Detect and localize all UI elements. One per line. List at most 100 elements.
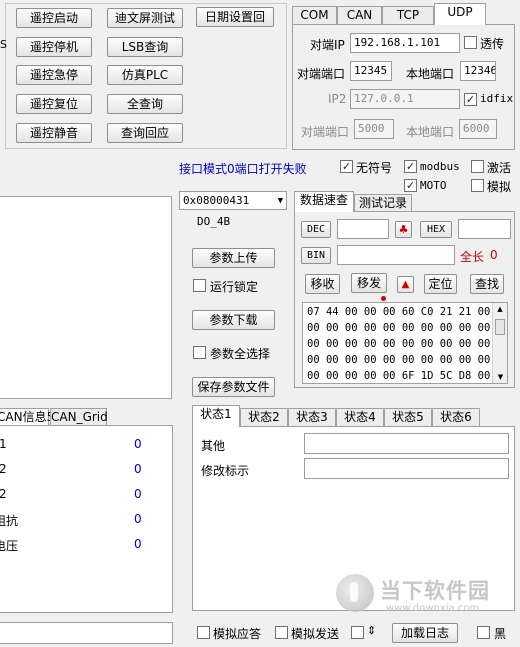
hex-button[interactable]: HEX xyxy=(420,221,452,238)
load-log-button[interactable]: 加载日志 xyxy=(392,623,458,643)
tail-checkbox[interactable] xyxy=(477,626,490,639)
updown-icon: ⇕ xyxy=(367,624,377,637)
sim-response-label: 模拟应答 xyxy=(213,627,262,641)
sim-send-checkbox[interactable] xyxy=(275,626,288,639)
remote-mute-button[interactable]: 遥控静音 xyxy=(16,123,92,143)
can-row-label: 2 xyxy=(0,487,7,501)
query-echo-button[interactable]: 查询回应 xyxy=(107,123,183,143)
hex-line: 00 00 00 00 00 00 00 00 00 00 xyxy=(307,322,491,334)
tab-data-quickcheck[interactable]: 数据速查 xyxy=(294,191,354,212)
lsb-query-button[interactable]: LSB查询 xyxy=(107,37,183,57)
send-indicator-dot xyxy=(381,296,386,301)
idfix-checkbox[interactable]: ✓ xyxy=(464,93,477,106)
run-lock-label: 运行锁定 xyxy=(210,280,259,294)
remote-port2-input[interactable]: 5000 xyxy=(354,119,394,139)
run-lock-checkbox[interactable] xyxy=(193,279,206,292)
modbus-checkbox[interactable]: ✓ xyxy=(404,160,417,173)
state-modify-flag-label: 修改标示 xyxy=(201,464,250,478)
status-message: 接口模式0端口打开失败 xyxy=(179,162,307,176)
up-arrow-icon[interactable]: ▲ xyxy=(397,276,414,293)
unsigned-checkbox[interactable]: ✓ xyxy=(340,160,353,173)
can-row-value: 0 xyxy=(134,512,142,526)
can-row-label: 2 xyxy=(0,462,7,476)
remote-port-input[interactable]: 12345 xyxy=(350,61,392,81)
full-query-button[interactable]: 全查询 xyxy=(107,94,183,114)
transparent-checkbox[interactable] xyxy=(464,36,477,49)
idfix-label: idfix xyxy=(480,92,514,105)
state-other-input[interactable] xyxy=(304,433,509,454)
state-modify-flag-input[interactable] xyxy=(304,458,509,479)
scroll-thumb[interactable] xyxy=(495,319,505,335)
tab-can-grid[interactable]: CAN_Grid xyxy=(50,408,108,426)
move-send-button[interactable]: 移发 xyxy=(351,273,387,293)
can-panel xyxy=(0,425,173,613)
hex-dump-area[interactable]: 07 44 00 00 00 60 C0 21 21 00 00 00 00 0… xyxy=(302,302,508,384)
tail-glyph: 黑 xyxy=(494,627,507,641)
tab-state-6[interactable]: 状态6 xyxy=(432,408,480,426)
remote-port-label: 对端端口 xyxy=(297,67,346,81)
remote-start-button[interactable]: 遥控启动 xyxy=(16,8,92,28)
remote-reset-button[interactable]: 遥控复位 xyxy=(16,94,92,114)
unsigned-label: 无符号 xyxy=(356,161,393,175)
modbus-label: modbus xyxy=(420,160,460,173)
moto-checkbox[interactable]: ✓ xyxy=(404,179,417,192)
chevron-down-icon[interactable]: ▼ xyxy=(278,192,283,209)
scroll-down-icon[interactable]: ▼ xyxy=(493,371,507,383)
tab-state-5[interactable]: 状态5 xyxy=(384,408,432,426)
tab-can[interactable]: CAN xyxy=(337,6,382,24)
local-port-label: 本地端口 xyxy=(406,67,455,81)
hex-scrollbar[interactable]: ▲ ▼ xyxy=(492,303,507,383)
remote-ip-input[interactable]: 192.168.1.101 xyxy=(350,33,460,53)
tab-state-1[interactable]: 状态1 xyxy=(192,405,240,427)
can-row-value: 0 xyxy=(134,537,142,551)
updown-checkbox[interactable] xyxy=(351,626,364,639)
clear-icon[interactable]: ♣ xyxy=(395,221,412,238)
tab-udp[interactable]: UDP xyxy=(434,3,486,25)
select-all-label: 参数全选择 xyxy=(210,347,271,361)
bottom-left-input[interactable] xyxy=(0,622,173,644)
remote-emergency-button[interactable]: 遥控急停 xyxy=(16,65,92,85)
simulate-checkbox[interactable] xyxy=(471,179,484,192)
can-row-value: 0 xyxy=(134,437,142,451)
tab-tcp[interactable]: TCP xyxy=(382,6,434,24)
select-all-checkbox[interactable] xyxy=(193,346,206,359)
save-param-file-button[interactable]: 保存参数文件 xyxy=(192,377,275,397)
ip2-label: IP2 xyxy=(328,92,347,106)
address-select[interactable]: 0x08000431 ▼ xyxy=(179,191,287,210)
dec-input[interactable] xyxy=(337,219,389,239)
dec-button[interactable]: DEC xyxy=(301,221,331,238)
tab-state-4[interactable]: 状态4 xyxy=(336,408,384,426)
screen-test-button[interactable]: 迪文屏测试 xyxy=(107,8,183,28)
date-settings-button[interactable]: 日期设置回 xyxy=(196,7,274,27)
tab-state-3[interactable]: 状态3 xyxy=(288,408,336,426)
move-recv-button[interactable]: 移收 xyxy=(305,274,340,294)
moto-label: MOTO xyxy=(420,179,447,192)
tab-test-record[interactable]: 测试记录 xyxy=(354,194,412,212)
bin-button[interactable]: BIN xyxy=(301,247,331,264)
activate-checkbox[interactable] xyxy=(471,160,484,173)
tab-state-2[interactable]: 状态2 xyxy=(240,408,288,426)
left-edge-glyph: S xyxy=(0,38,7,51)
find-button[interactable]: 查找 xyxy=(470,274,504,294)
local-port2-input[interactable]: 6000 xyxy=(459,119,497,139)
address-sub-label: DO_4B xyxy=(197,215,231,228)
remote-ip-label: 对端IP xyxy=(310,38,345,52)
param-upload-button[interactable]: 参数上传 xyxy=(192,248,275,268)
local-port-input[interactable]: 12346 xyxy=(460,61,496,81)
total-length-value: 0 xyxy=(490,248,498,262)
hex-input[interactable] xyxy=(458,219,511,239)
remote-stop-button[interactable]: 遥控停机 xyxy=(16,37,92,57)
tab-com[interactable]: COM xyxy=(292,6,337,24)
sim-response-checkbox[interactable] xyxy=(197,626,210,639)
locate-button[interactable]: 定位 xyxy=(424,274,457,294)
ip2-input[interactable]: 127.0.0.1 xyxy=(350,89,460,109)
simulate-label: 模拟 xyxy=(487,180,512,194)
can-row-label: 1 xyxy=(0,437,7,451)
tab-can-info5[interactable]: CAN信息5 xyxy=(0,408,54,426)
bin-input[interactable] xyxy=(337,245,455,265)
scroll-up-icon[interactable]: ▲ xyxy=(493,303,507,315)
sim-plc-button[interactable]: 仿真PLC xyxy=(107,65,183,85)
watermark-logo xyxy=(336,574,374,612)
log-area[interactable] xyxy=(0,196,172,399)
param-download-button[interactable]: 参数下载 xyxy=(192,310,275,330)
